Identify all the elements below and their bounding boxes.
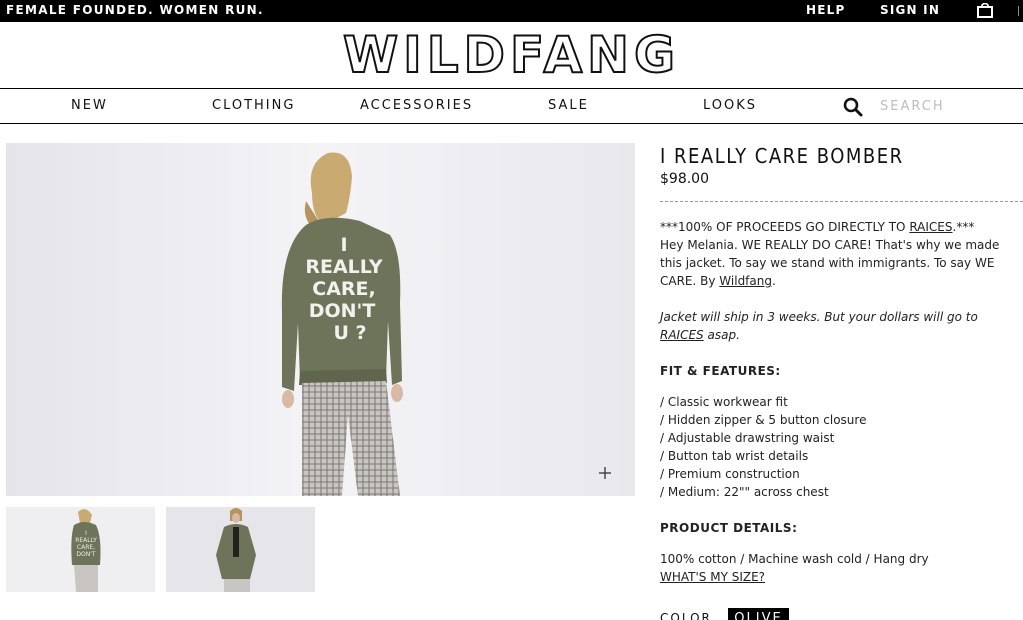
product-price: $98.00 (660, 171, 709, 187)
feature-item: / Premium construction (660, 467, 800, 481)
sign-in-link[interactable]: SIGN IN (880, 3, 940, 17)
color-option-olive[interactable]: OLIVE (728, 608, 789, 620)
divider (1018, 6, 1019, 16)
thumbnail-front-illustration (166, 507, 315, 592)
product-title: I REALLY CARE BOMBER (660, 144, 904, 168)
nav-item-sale[interactable]: SALE (548, 98, 589, 113)
product-thumbnail-front[interactable] (166, 507, 315, 592)
description-suffix: .*** (952, 220, 975, 234)
nav-item-new[interactable]: NEW (71, 98, 108, 113)
search-icon[interactable] (843, 97, 863, 117)
feature-item: / Medium: 22"" across chest (660, 485, 829, 499)
wildfang-link[interactable]: Wildfang (719, 274, 772, 288)
divider (660, 201, 1023, 202)
help-link[interactable]: HELP (806, 3, 845, 17)
feature-item: / Classic workwear fit (660, 395, 788, 409)
jacket-text-line: REALLY (305, 256, 383, 278)
feature-item: / Hidden zipper & 5 button closure (660, 413, 867, 427)
jacket-text-line: I (340, 234, 347, 256)
brand-tagline: FEMALE FOUNDED. WOMEN RUN. (6, 3, 264, 17)
nav-item-clothing[interactable]: CLOTHING (212, 98, 295, 113)
product-main-image[interactable]: I REALLY CARE, DON'T U ? (6, 143, 635, 496)
shipping-end: asap. (703, 328, 740, 342)
search-input[interactable] (880, 95, 1010, 117)
description-body: Hey Melania. WE REALLY DO CARE! That's w… (660, 238, 1000, 288)
product-thumbnail-back[interactable]: I REALLY CARE, DON'T (6, 507, 155, 592)
product-details-block: 100% cotton / Machine wash cold / Hang d… (660, 550, 1020, 586)
feature-item: / Adjustable drawstring waist (660, 431, 835, 445)
plus-icon[interactable] (598, 466, 612, 480)
size-guide-link[interactable]: WHAT'S MY SIZE? (660, 570, 765, 584)
site-logo[interactable]: WILDFANG (0, 24, 1023, 86)
care-text: 100% cotton / Machine wash cold / Hang d… (660, 552, 929, 566)
model-back-view-illustration: I REALLY CARE, DON'T U ? (6, 143, 635, 496)
svg-text:DON'T: DON'T (76, 551, 95, 558)
logo-text[interactable]: WILDFANG (342, 29, 680, 81)
raices-link[interactable]: RAICES (909, 220, 952, 234)
svg-text:I: I (85, 530, 87, 537)
raices-link[interactable]: RAICES (660, 328, 704, 342)
feature-item: / Button tab wrist details (660, 449, 809, 463)
jacket-text-line: CARE, (312, 278, 375, 300)
features-list: / Classic workwear fit / Hidden zipper &… (660, 393, 1020, 501)
jacket-text-line: U ? (333, 322, 366, 344)
description-end: . (771, 274, 776, 288)
main-nav: NEW CLOTHING ACCESSORIES SALE LOOKS (0, 88, 1023, 124)
shopping-bag-icon[interactable] (977, 3, 993, 18)
shipping-note: Jacket will ship in 3 weeks. But your do… (660, 308, 980, 344)
jacket-text-line: DON'T (309, 300, 376, 322)
product-description: ***100% OF PROCEEDS GO DIRECTLY TO RAICE… (660, 218, 1020, 290)
nav-item-accessories[interactable]: ACCESSORIES (360, 98, 473, 113)
announcement-bar: FEMALE FOUNDED. WOMEN RUN. HELP SIGN IN (0, 0, 1023, 22)
thumbnail-back-illustration: IREALLYCARE,DON'T (6, 507, 155, 592)
color-label: COLOR (660, 611, 712, 620)
svg-text:REALLY: REALLY (75, 537, 97, 544)
nav-item-looks[interactable]: LOOKS (703, 98, 757, 113)
product-details-heading: PRODUCT DETAILS: (660, 521, 798, 535)
fit-features-heading: FIT & FEATURES: (660, 364, 781, 378)
shipping-text: Jacket will ship in 3 weeks. But your do… (660, 310, 978, 324)
description-prefix: ***100% OF PROCEEDS GO DIRECTLY TO (660, 220, 910, 234)
svg-text:CARE,: CARE, (77, 544, 95, 551)
